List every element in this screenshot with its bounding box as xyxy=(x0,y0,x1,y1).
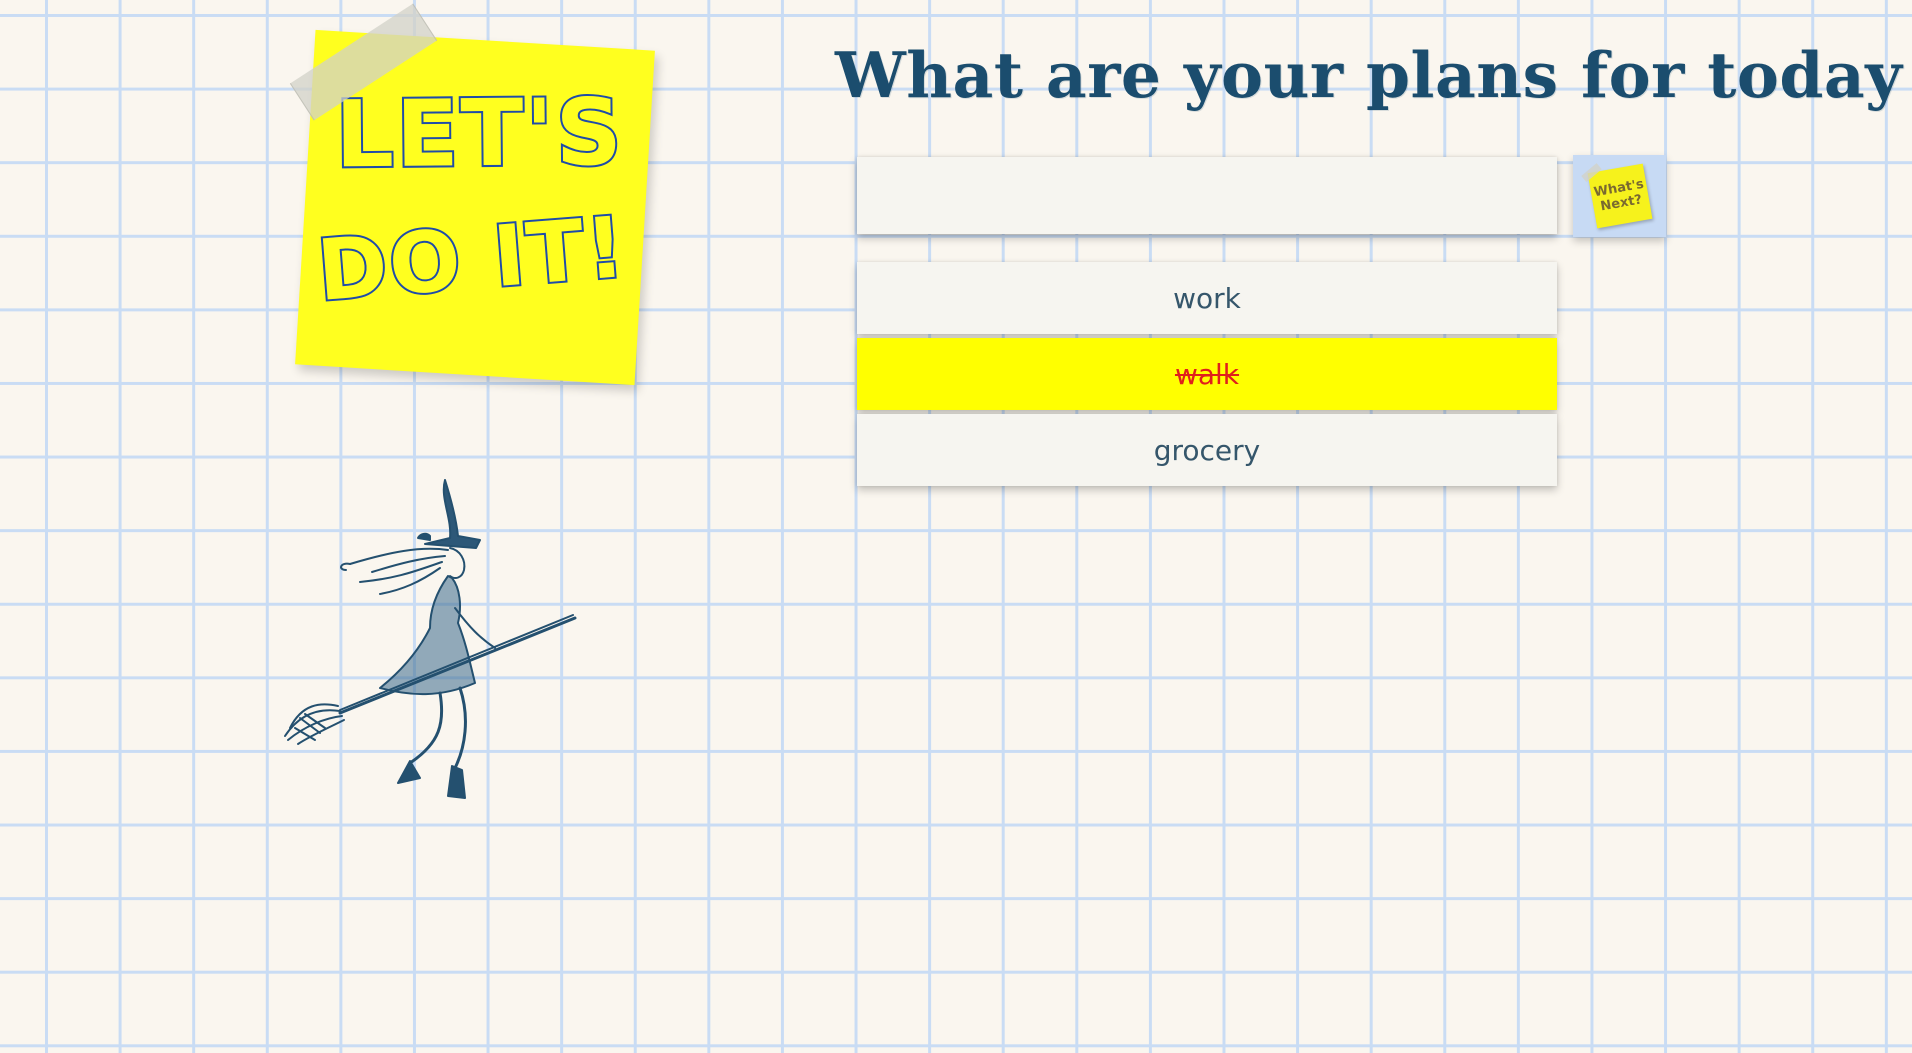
whats-next-label: What's Next? xyxy=(1592,176,1645,215)
whats-next-button[interactable]: What's Next? xyxy=(1573,155,1666,237)
task-text: work xyxy=(1173,281,1241,315)
new-task-input[interactable] xyxy=(857,157,1557,234)
task-item-grocery[interactable]: grocery xyxy=(857,414,1557,486)
task-item-walk[interactable]: walk xyxy=(857,338,1557,410)
witch-on-broom-illustration xyxy=(284,479,577,799)
page-title: What are your plans for today xyxy=(835,38,1903,112)
sticky-note-line2: DO IT! xyxy=(312,196,632,322)
task-text: walk xyxy=(1174,357,1240,391)
sticky-note-icon: What's Next? xyxy=(1587,163,1653,229)
sticky-note-line1: LET'S xyxy=(333,77,627,191)
task-list: work walk grocery xyxy=(857,262,1557,490)
task-text: grocery xyxy=(1153,433,1261,467)
task-item-work[interactable]: work xyxy=(857,262,1557,334)
